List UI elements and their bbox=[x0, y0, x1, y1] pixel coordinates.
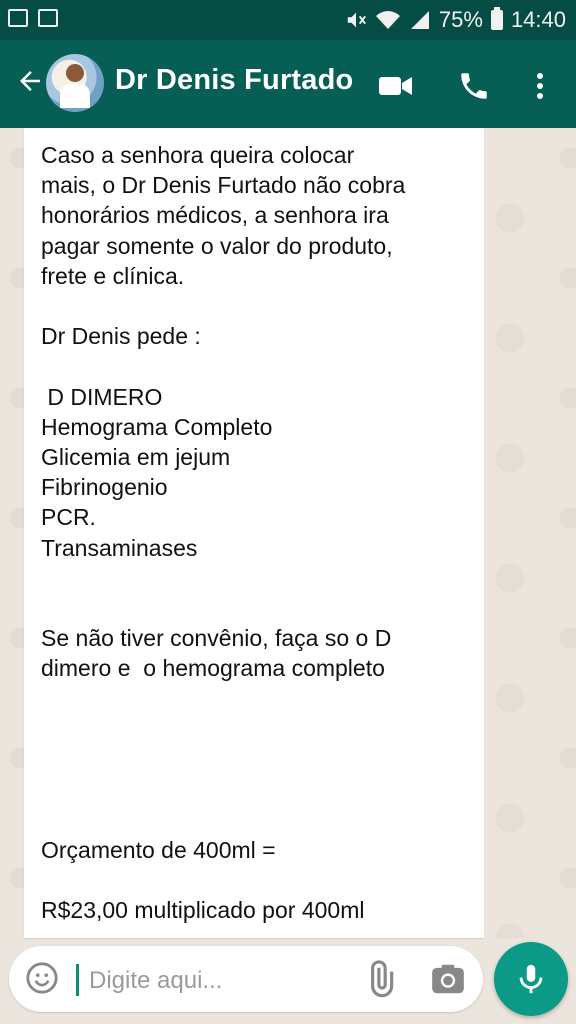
attach-icon[interactable] bbox=[361, 960, 399, 998]
phone-icon[interactable] bbox=[452, 64, 496, 108]
mute-icon bbox=[347, 12, 366, 28]
message-bubble[interactable]: Caso a senhora queira colocar mais, o Dr… bbox=[24, 128, 484, 938]
mic-button[interactable] bbox=[494, 942, 568, 1016]
battery-percentage: 75% bbox=[438, 7, 483, 32]
back-arrow-icon[interactable] bbox=[10, 62, 50, 106]
contact-name[interactable]: Dr Denis Furtado bbox=[115, 64, 353, 97]
voicemail-icon bbox=[38, 9, 58, 27]
message-text: Caso a senhora queira colocar mais, o Dr… bbox=[41, 142, 406, 924]
video-call-icon[interactable] bbox=[374, 64, 418, 108]
wifi-icon bbox=[375, 11, 400, 29]
app-bar: Dr Denis Furtado bbox=[0, 40, 576, 128]
emoji-icon[interactable] bbox=[25, 961, 59, 995]
camera-icon[interactable] bbox=[429, 960, 467, 998]
image-icon bbox=[8, 9, 28, 27]
clock: 14:40 bbox=[510, 7, 566, 32]
status-bar: 75% 14:40 bbox=[0, 0, 576, 40]
text-cursor bbox=[76, 964, 79, 996]
mic-icon bbox=[519, 964, 543, 994]
message-composer bbox=[9, 946, 483, 1012]
message-input[interactable] bbox=[87, 960, 351, 1002]
battery-icon bbox=[490, 7, 503, 30]
chat-area[interactable]: Caso a senhora queira colocar mais, o Dr… bbox=[0, 128, 576, 938]
more-vert-icon[interactable] bbox=[518, 64, 562, 108]
avatar[interactable] bbox=[46, 54, 104, 112]
signal-icon bbox=[410, 11, 429, 29]
